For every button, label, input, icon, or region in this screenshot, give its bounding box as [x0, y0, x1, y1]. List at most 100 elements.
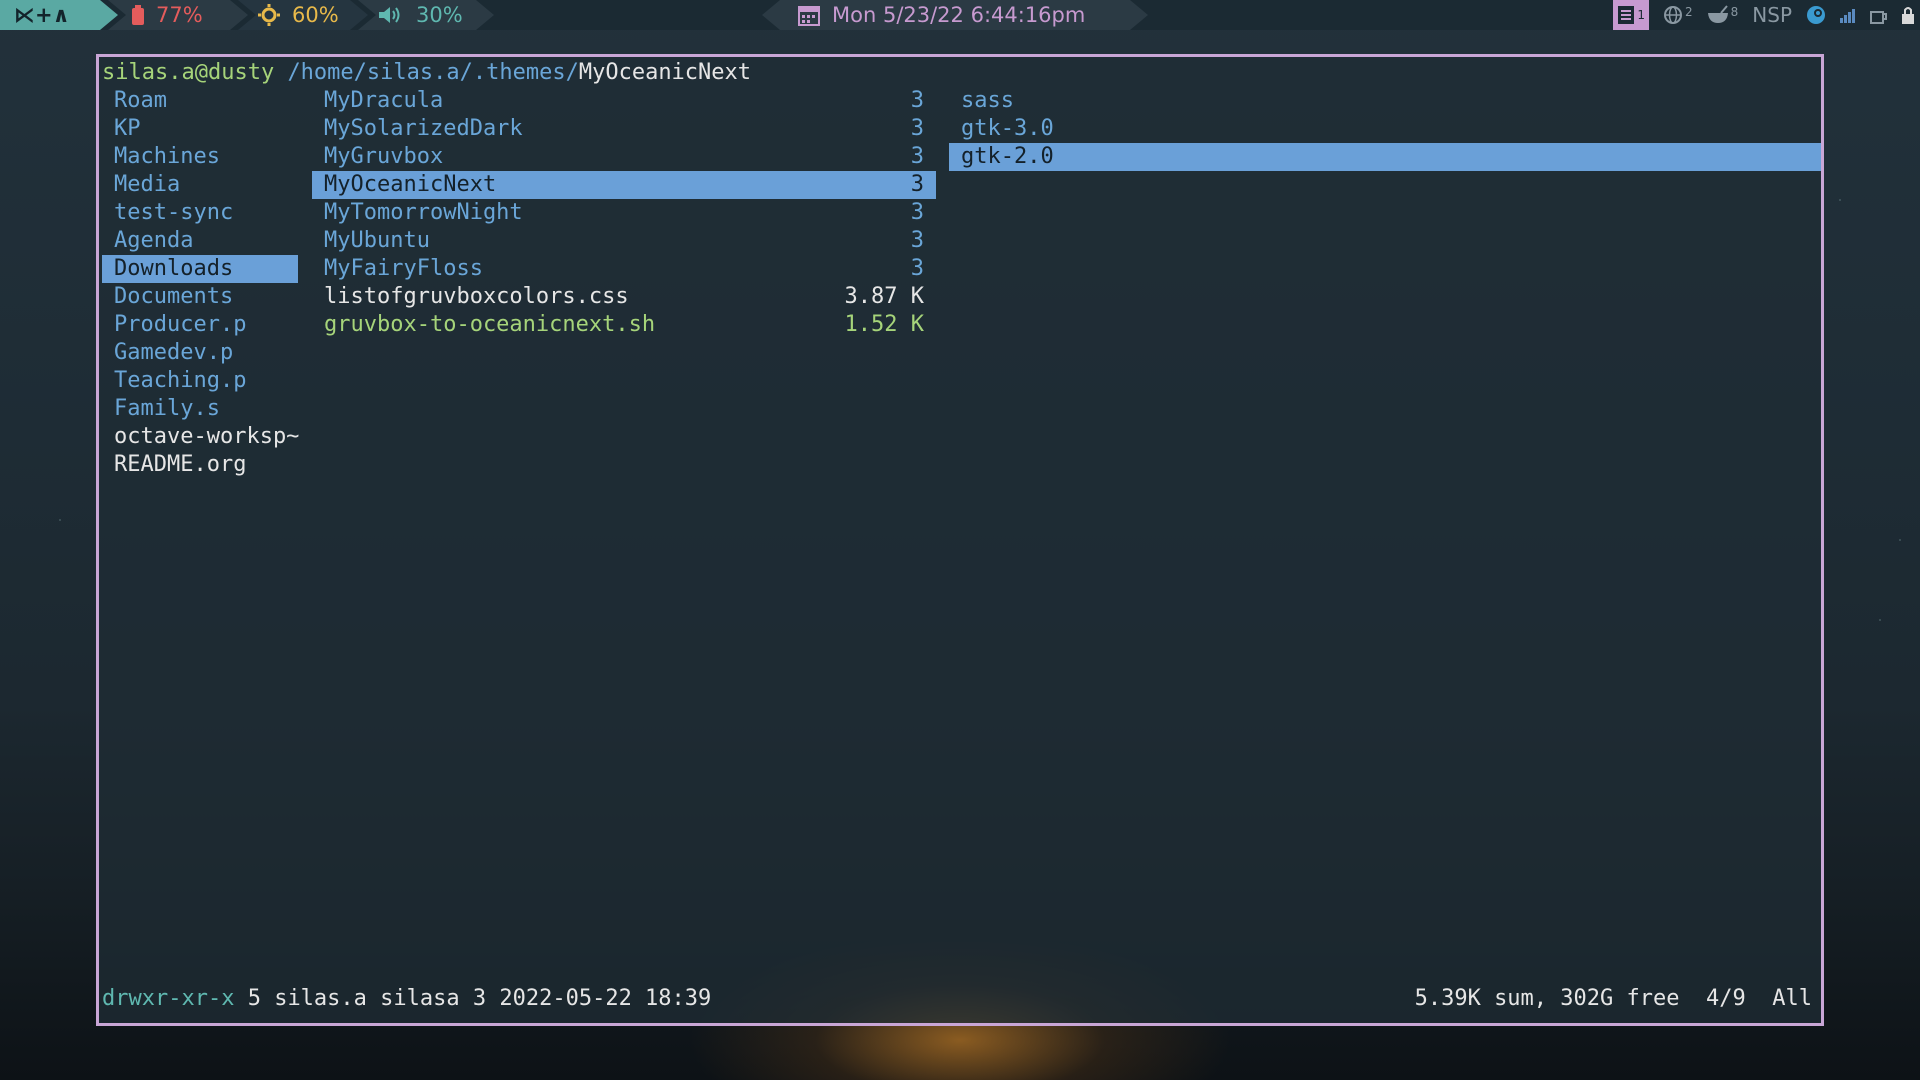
item-name: test-sync	[114, 200, 234, 225]
list-item[interactable]: Roam	[102, 87, 298, 115]
list-item[interactable]: Agenda	[102, 227, 298, 255]
terminal-window[interactable]: silas.a@dusty /home/silas.a/.themes/MyOc…	[96, 54, 1824, 1026]
list-item[interactable]: MySolarizedDark 3	[312, 115, 936, 143]
item-name: README.org	[114, 452, 247, 477]
item-name: Roam	[114, 88, 167, 113]
item-name: Machines	[114, 144, 220, 169]
item-name: gtk-2.0	[961, 144, 1054, 169]
list-item[interactable]: test-sync	[102, 199, 298, 227]
workspace-num: 2	[1685, 5, 1693, 19]
current-column: MyDracula 3 MySolarizedDark 3 MyGruvbox 3 M…	[312, 87, 936, 339]
parent-column: Roam KP Machines Media test-sync Agenda …	[102, 87, 300, 479]
workspace-num: 1	[1637, 8, 1645, 22]
item-name: MyDracula	[324, 88, 444, 113]
clock-text: Mon 5/23/22 6:44:16pm	[832, 3, 1086, 27]
list-item[interactable]: Machines	[102, 143, 298, 171]
file-manager: silas.a@dusty /home/silas.a/.themes/MyOc…	[102, 57, 1821, 1023]
list-item[interactable]: Gamedev.p	[102, 339, 298, 367]
item-name: gtk-3.0	[961, 116, 1054, 141]
battery-level: 77%	[156, 3, 203, 27]
speaker-icon	[379, 7, 400, 23]
workspace-num: 8	[1730, 5, 1739, 19]
item-size: 3	[910, 256, 924, 281]
globe-icon	[1664, 6, 1682, 24]
list-item[interactable]: gtk-3.0	[949, 115, 1821, 143]
list-item-selected[interactable]: gtk-2.0	[949, 143, 1821, 171]
file-info: drwxr-xr-x 5 silas.a silasa 3 2022-05-22…	[102, 985, 711, 1013]
item-size: 3	[910, 200, 924, 225]
file-meta: 5 silas.a silasa 3 2022-05-22 18:39	[247, 986, 712, 1011]
item-size: 1.52 K	[844, 312, 924, 337]
list-item[interactable]: MyUbuntu 3	[312, 227, 936, 255]
calendar-icon	[798, 6, 820, 26]
workspace-1[interactable]: 1	[1613, 0, 1649, 30]
wm-logo[interactable]: ⋉+∧	[0, 0, 118, 30]
list-item[interactable]: Teaching.p	[102, 367, 298, 395]
list-item[interactable]: gruvbox-to-oceanicnext.sh 1.52 K	[312, 311, 936, 339]
item-name: sass	[961, 88, 1014, 113]
status-bar: drwxr-xr-x 5 silas.a silasa 3 2022-05-22…	[102, 985, 1818, 1013]
item-name: Producer.p	[114, 312, 247, 337]
list-item[interactable]: MyFairyFloss 3	[312, 255, 936, 283]
brightness-widget[interactable]: 60%	[238, 0, 368, 30]
battery-icon	[132, 5, 144, 25]
mug-icon	[1870, 11, 1887, 24]
current-folder: MyOceanicNext	[578, 60, 752, 85]
list-item[interactable]: KP	[102, 115, 298, 143]
list-item[interactable]: listofgruvboxcolors.css 3.87 K	[312, 283, 936, 311]
list-item[interactable]: octave-worksp~	[102, 423, 300, 451]
list-item[interactable]: Producer.p	[102, 311, 298, 339]
signal-icon	[1840, 9, 1855, 23]
item-size: 3	[910, 172, 924, 197]
list-item[interactable]: sass	[949, 87, 1821, 115]
logo-text: ⋉+∧	[14, 3, 70, 27]
item-name: KP	[114, 116, 141, 141]
item-size: 3.87 K	[844, 284, 924, 309]
item-size: 3	[910, 88, 924, 113]
list-item[interactable]: README.org	[102, 451, 298, 479]
item-name: MyGruvbox	[324, 144, 444, 169]
item-name: MyUbuntu	[324, 228, 430, 253]
bowl-icon	[1707, 5, 1728, 23]
path-header: silas.a@dusty /home/silas.a/.themes/MyOc…	[102, 59, 751, 87]
brightness-icon	[258, 4, 280, 26]
item-name: MyOceanicNext	[324, 172, 497, 197]
list-item[interactable]: Family.s	[102, 395, 298, 423]
preview-column: sass gtk-3.0 gtk-2.0	[949, 87, 1821, 171]
workspace-8[interactable]: 8	[1707, 5, 1739, 25]
scroll-indicator: All	[1772, 986, 1812, 1011]
item-name: Teaching.p	[114, 368, 247, 393]
volume-level: 30%	[416, 3, 463, 27]
steam-icon[interactable]	[1806, 5, 1826, 25]
clock-widget[interactable]: Mon 5/23/22 6:44:16pm	[762, 0, 1148, 30]
list-item[interactable]: Documents	[102, 283, 298, 311]
item-name: MyFairyFloss	[324, 256, 483, 281]
list-item[interactable]: MyGruvbox 3	[312, 143, 936, 171]
item-size: 3	[910, 228, 924, 253]
position-indicator: 4/9	[1706, 986, 1746, 1011]
battery-widget[interactable]: 77%	[108, 0, 248, 30]
list-item-selected[interactable]: Downloads	[102, 255, 298, 283]
workspace-2[interactable]: 2	[1663, 5, 1693, 25]
permissions: drwxr-xr-x	[102, 986, 235, 1011]
list-item[interactable]: MyDracula 3	[312, 87, 936, 115]
top-bar: ⋉+∧ 77% 60% 30% Mon 5/23/22 6:44:16pm 1 …	[0, 0, 1920, 30]
item-name: Media	[114, 172, 181, 197]
scratchpad-label[interactable]: NSP	[1752, 3, 1792, 27]
item-name: gruvbox-to-oceanicnext.sh	[324, 312, 656, 337]
item-size: 3	[910, 116, 924, 141]
dir-summary: 5.39K sum, 302G free 4/9 All	[1415, 985, 1818, 1013]
list-item[interactable]: Media	[102, 171, 298, 199]
current-path: /home/silas.a/.themes/	[287, 60, 579, 85]
doc-icon	[1618, 6, 1635, 24]
item-name: octave-worksp~	[114, 424, 300, 449]
item-name: Downloads	[114, 256, 234, 281]
lock-icon[interactable]	[1902, 6, 1914, 24]
item-name: Agenda	[114, 228, 194, 253]
volume-widget[interactable]: 30%	[358, 0, 494, 30]
list-item-selected[interactable]: MyOceanicNext 3	[312, 171, 936, 199]
brightness-level: 60%	[292, 3, 339, 27]
list-item[interactable]: MyTomorrowNight 3	[312, 199, 936, 227]
item-name: MySolarizedDark	[324, 116, 523, 141]
item-name: Family.s	[114, 396, 220, 421]
